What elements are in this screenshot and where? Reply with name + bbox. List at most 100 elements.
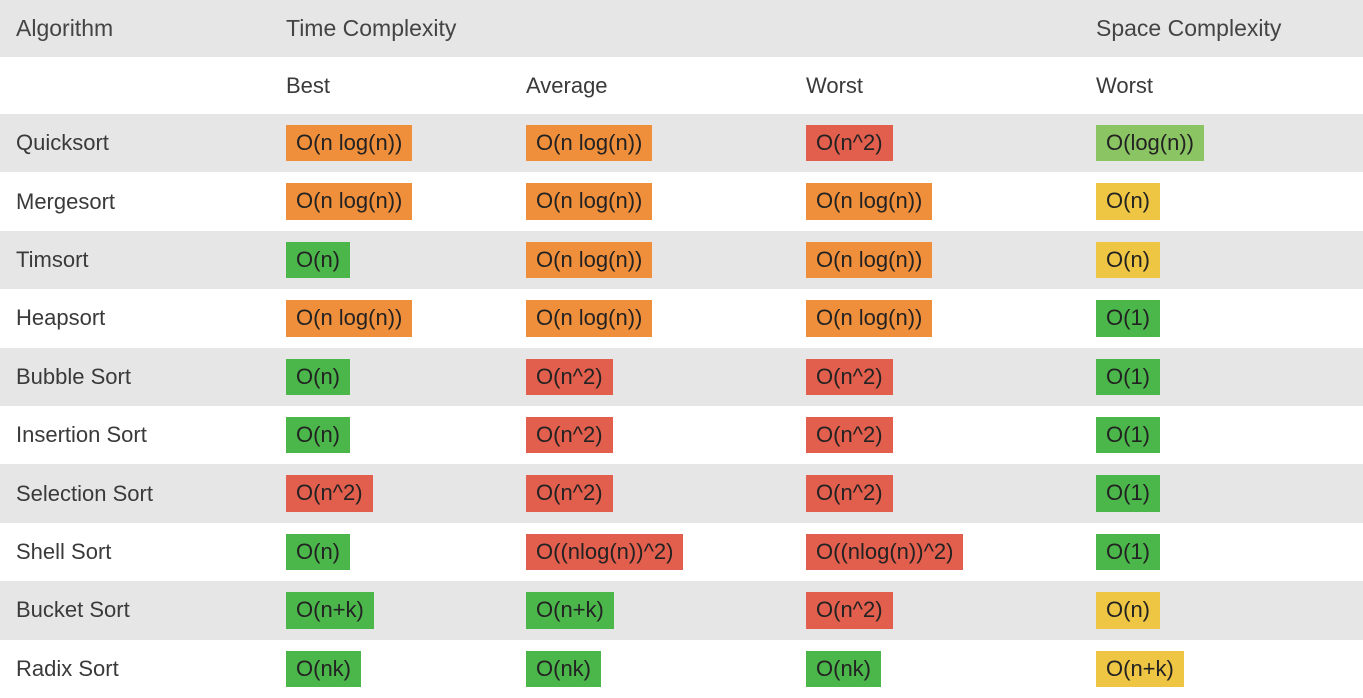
complexity-pill: O(nk) <box>806 651 881 687</box>
complexity-pill: O(n log(n)) <box>526 300 652 336</box>
complexity-pill: O(n log(n)) <box>286 125 412 161</box>
algorithm-name: Timsort <box>0 231 270 289</box>
cell-avg: O(nk) <box>510 640 790 698</box>
cell-avg: O(n^2) <box>510 464 790 522</box>
complexity-pill: O(n) <box>286 242 350 278</box>
header-row-2: Best Average Worst Worst <box>0 57 1363 114</box>
complexity-pill: O((nlog(n))^2) <box>806 534 963 570</box>
complexity-pill: O(n^2) <box>806 125 893 161</box>
complexity-pill: O(1) <box>1096 417 1160 453</box>
cell-best: O(n) <box>270 523 510 581</box>
complexity-pill: O(n^2) <box>806 359 893 395</box>
algorithm-name: Shell Sort <box>0 523 270 581</box>
complexity-pill: O(log(n)) <box>1096 125 1204 161</box>
table-row: Selection Sort O(n^2) O(n^2) O(n^2) O(1) <box>0 464 1363 522</box>
cell-space: O(n) <box>1080 172 1363 230</box>
header-average: Average <box>510 57 790 114</box>
cell-space: O(n+k) <box>1080 640 1363 698</box>
cell-space: O(1) <box>1080 406 1363 464</box>
complexity-pill: O(n^2) <box>806 417 893 453</box>
cell-worst: O(n^2) <box>790 348 1080 406</box>
complexity-pill: O(n log(n)) <box>526 183 652 219</box>
cell-avg: O((nlog(n))^2) <box>510 523 790 581</box>
complexity-pill: O(1) <box>1096 475 1160 511</box>
algorithm-name: Mergesort <box>0 172 270 230</box>
complexity-pill: O(n^2) <box>526 475 613 511</box>
complexity-pill: O(nk) <box>286 651 361 687</box>
complexity-pill: O(1) <box>1096 300 1160 336</box>
algorithm-name: Quicksort <box>0 114 270 172</box>
cell-avg: O(n log(n)) <box>510 231 790 289</box>
complexity-pill: O(n log(n)) <box>286 183 412 219</box>
complexity-pill: O(n log(n)) <box>286 300 412 336</box>
cell-space: O(1) <box>1080 289 1363 347</box>
table-row: HeapsortO(n log(n))O(n log(n))O(n log(n)… <box>0 289 1363 347</box>
cell-best: O(n^2) <box>270 464 510 522</box>
cell-worst: O(n^2) <box>790 114 1080 172</box>
complexity-pill: O(n) <box>1096 592 1160 628</box>
complexity-pill: O(n^2) <box>806 592 893 628</box>
complexity-pill: O(n) <box>1096 183 1160 219</box>
table-row: Mergesort O(n log(n)) O(n log(n)) O(n log(n… <box>0 172 1363 230</box>
cell-space: O(1) <box>1080 523 1363 581</box>
cell-space: O(1) <box>1080 348 1363 406</box>
cell-best: O(n) <box>270 231 510 289</box>
table-row: Bubble Sort O(n) O(n^2) O(n^2) O(1) <box>0 348 1363 406</box>
complexity-pill: O(n) <box>286 359 350 395</box>
complexity-pill: O(n+k) <box>526 592 614 628</box>
complexity-pill: O(n) <box>1096 242 1160 278</box>
complexity-pill: O(n+k) <box>286 592 374 628</box>
header-time: Time Complexity <box>270 0 1080 57</box>
header-space: Space Complexity <box>1080 0 1363 57</box>
table-row: Timsort O(n) O(n log(n)) O(n log(n)) O(n) <box>0 231 1363 289</box>
table-row: Radix Sort O(nk) O(nk) O(nk) O(n+k) <box>0 640 1363 698</box>
cell-space: O(n) <box>1080 581 1363 639</box>
cell-best: O(n log(n)) <box>270 172 510 230</box>
cell-avg: O(n log(n)) <box>510 114 790 172</box>
algorithm-name: Radix Sort <box>0 640 270 698</box>
complexity-pill: O(n) <box>286 417 350 453</box>
cell-worst: O((nlog(n))^2) <box>790 523 1080 581</box>
algorithm-name: Heapsort <box>0 289 270 347</box>
algorithm-name: Bucket Sort <box>0 581 270 639</box>
cell-best: O(n+k) <box>270 581 510 639</box>
header-best: Best <box>270 57 510 114</box>
cell-avg: O(n^2) <box>510 406 790 464</box>
header-algorithm: Algorithm <box>0 0 270 57</box>
cell-best: O(n) <box>270 348 510 406</box>
complexity-pill: O(n log(n)) <box>806 242 932 278</box>
cell-space: O(n) <box>1080 231 1363 289</box>
table-row: Insertion Sort O(n) O(n^2) O(n^2) O(1) <box>0 406 1363 464</box>
complexity-pill: O(nk) <box>526 651 601 687</box>
cell-best: O(n log(n)) <box>270 289 510 347</box>
complexity-pill: O(1) <box>1096 359 1160 395</box>
table-row: Quicksort O(n log(n)) O(n log(n)) O(n^2) O(l… <box>0 114 1363 172</box>
complexity-pill: O(n^2) <box>806 475 893 511</box>
header-blank <box>0 57 270 114</box>
algorithm-name: Selection Sort <box>0 464 270 522</box>
complexity-pill: O(n log(n)) <box>526 242 652 278</box>
complexity-pill: O(n log(n)) <box>526 125 652 161</box>
complexity-table: Algorithm Time Complexity Space Complexi… <box>0 0 1363 698</box>
complexity-pill: O(1) <box>1096 534 1160 570</box>
algorithm-name: Bubble Sort <box>0 348 270 406</box>
complexity-pill: O(n log(n)) <box>806 183 932 219</box>
cell-avg: O(n log(n)) <box>510 172 790 230</box>
cell-worst: O(n log(n)) <box>790 231 1080 289</box>
cell-worst: O(n^2) <box>790 464 1080 522</box>
cell-worst: O(nk) <box>790 640 1080 698</box>
algorithm-name: Insertion Sort <box>0 406 270 464</box>
complexity-pill: O((nlog(n))^2) <box>526 534 683 570</box>
cell-best: O(n log(n)) <box>270 114 510 172</box>
cell-avg: O(n^2) <box>510 348 790 406</box>
complexity-pill: O(n^2) <box>286 475 373 511</box>
cell-best: O(n) <box>270 406 510 464</box>
table-row: Shell SortO(n) O((nlog(n))^2) O((nlog(n))^… <box>0 523 1363 581</box>
cell-best: O(nk) <box>270 640 510 698</box>
cell-space: O(1) <box>1080 464 1363 522</box>
cell-space: O(log(n)) <box>1080 114 1363 172</box>
complexity-pill: O(n^2) <box>526 417 613 453</box>
complexity-pill: O(n+k) <box>1096 651 1184 687</box>
cell-worst: O(n log(n)) <box>790 172 1080 230</box>
cell-worst: O(n^2) <box>790 406 1080 464</box>
